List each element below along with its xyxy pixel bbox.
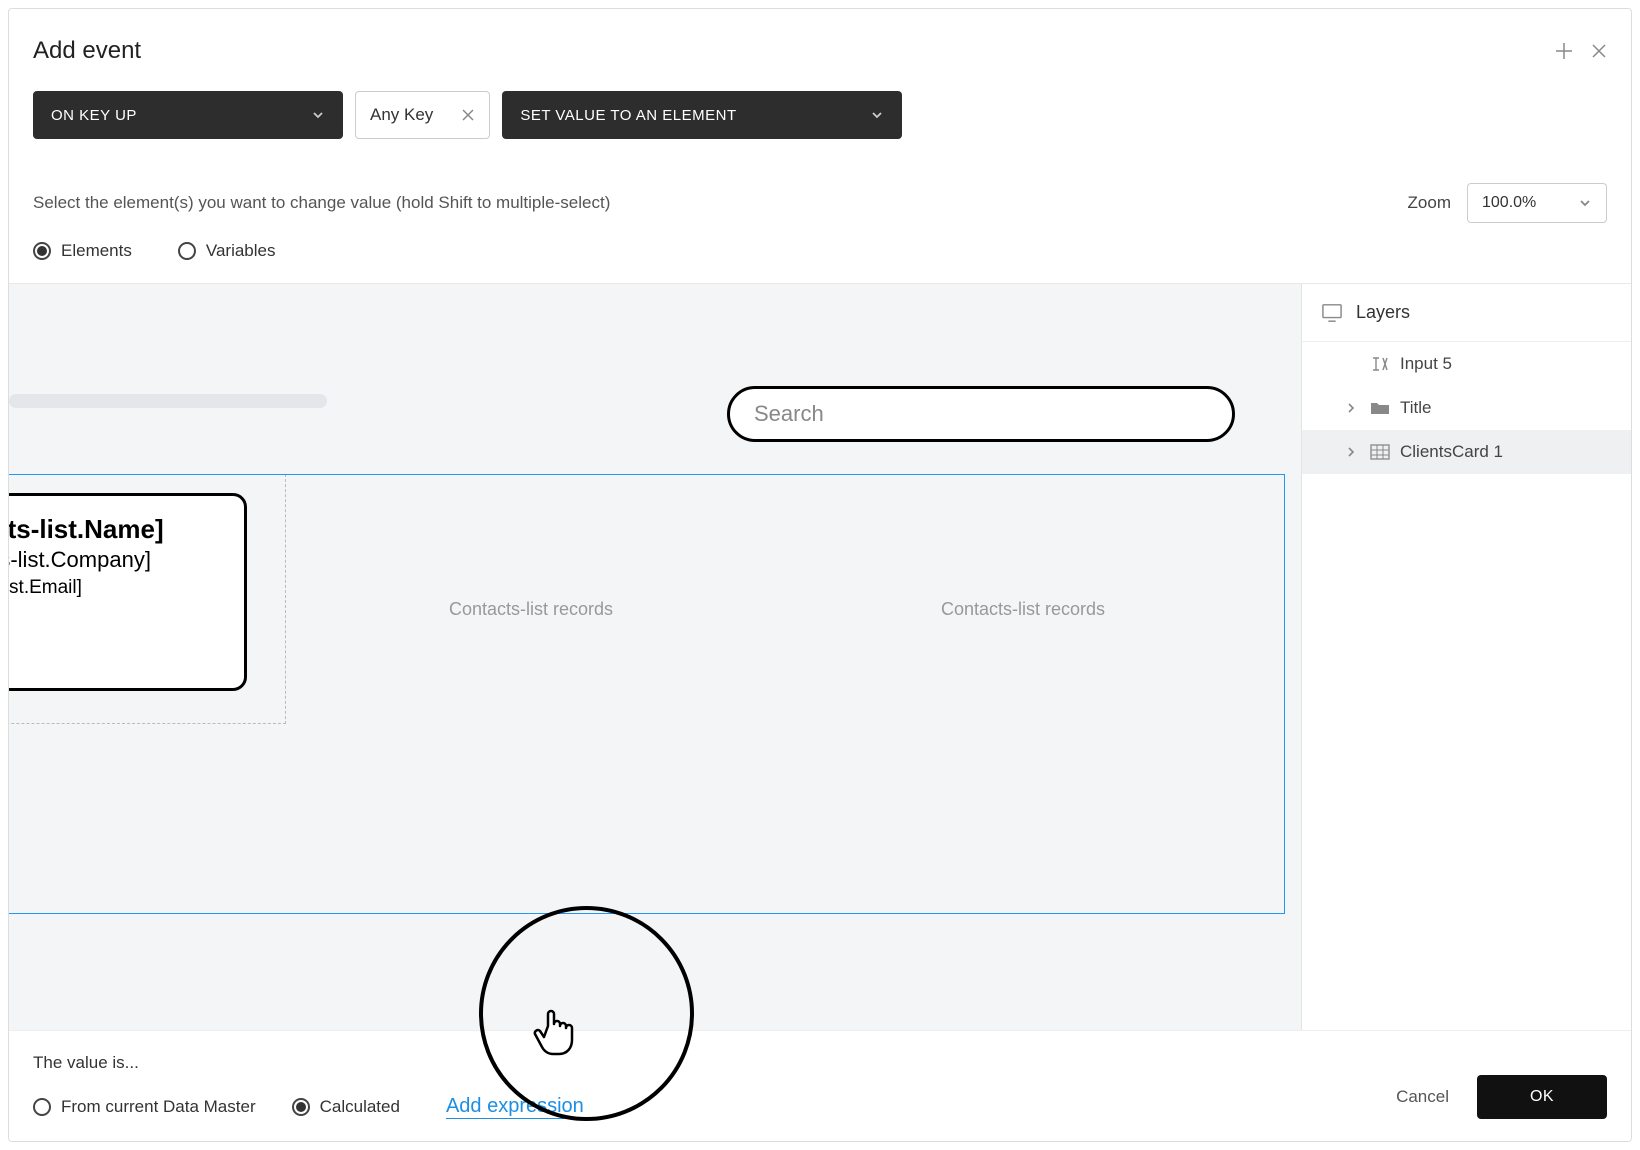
radio-calculated-label: Calculated: [320, 1097, 400, 1117]
layer-item-input5[interactable]: Input 5: [1302, 342, 1631, 386]
add-expression-link[interactable]: Add expression: [446, 1095, 584, 1119]
chevron-right-icon[interactable]: [1346, 446, 1360, 458]
record-placeholder: Contacts-list records: [449, 599, 613, 620]
subheader-row: Select the element(s) you want to change…: [9, 183, 1631, 241]
add-event-panel: Add event ON KEY UP Any Key: [8, 8, 1632, 1142]
header: Add event ON KEY UP Any Key: [9, 9, 1631, 183]
monitor-icon: [1322, 303, 1342, 323]
layer-label: Title: [1400, 398, 1432, 418]
radio-elements[interactable]: Elements: [33, 241, 132, 261]
layer-label: Input 5: [1400, 354, 1452, 374]
scrollbar-stub[interactable]: [9, 394, 327, 408]
value-radios: From current Data Master Calculated Add …: [33, 1095, 1607, 1119]
canvas-area: Search tacts-list.Name] acts-list.Compan…: [9, 283, 1631, 1030]
grid-icon: [1370, 444, 1390, 460]
card-container: tacts-list.Name] acts-list.Company] cts-…: [9, 474, 286, 724]
selectors-row: ON KEY UP Any Key SET VALUE TO AN ELEMEN…: [33, 91, 1607, 139]
key-chip[interactable]: Any Key: [355, 91, 490, 139]
close-icon[interactable]: [1591, 43, 1607, 59]
radio-variables-label: Variables: [206, 241, 276, 261]
contact-card[interactable]: tacts-list.Name] acts-list.Company] cts-…: [9, 493, 247, 691]
radio-icon: [178, 242, 196, 260]
action-label: SET VALUE TO AN ELEMENT: [520, 107, 736, 124]
instruction-text: Select the element(s) you want to change…: [33, 193, 610, 213]
radio-icon: [33, 1098, 51, 1116]
footer-buttons: Cancel OK: [1396, 1075, 1607, 1119]
layer-item-clientscard[interactable]: ClientsCard 1: [1302, 430, 1631, 474]
clear-key-icon[interactable]: [461, 108, 475, 122]
search-input[interactable]: Search: [727, 386, 1235, 442]
cancel-button[interactable]: Cancel: [1396, 1087, 1449, 1107]
layer-label: ClientsCard 1: [1400, 442, 1503, 462]
search-placeholder: Search: [754, 401, 824, 427]
radio-calculated[interactable]: Calculated: [292, 1097, 400, 1117]
layers-header: Layers: [1302, 284, 1631, 342]
radio-from-dm-label: From current Data Master: [61, 1097, 256, 1117]
add-icon[interactable]: [1555, 42, 1573, 60]
card-name: tacts-list.Name]: [9, 514, 234, 545]
radio-variables[interactable]: Variables: [178, 241, 276, 261]
layers-title: Layers: [1356, 302, 1410, 323]
chevron-down-icon: [311, 108, 325, 122]
card-company: acts-list.Company]: [9, 547, 234, 573]
text-input-icon: [1370, 356, 1390, 372]
ok-label: OK: [1530, 1088, 1554, 1106]
radio-icon: [33, 242, 51, 260]
chevron-right-icon[interactable]: [1346, 402, 1360, 414]
radio-icon: [292, 1098, 310, 1116]
radio-from-data-master[interactable]: From current Data Master: [33, 1097, 256, 1117]
ok-button[interactable]: OK: [1477, 1075, 1607, 1119]
trigger-label: ON KEY UP: [51, 107, 137, 124]
trigger-select[interactable]: ON KEY UP: [33, 91, 343, 139]
zoom-control: Zoom 100.0%: [1408, 183, 1607, 223]
target-radio-row: Elements Variables: [9, 241, 1631, 283]
record-placeholder: Contacts-list records: [941, 599, 1105, 620]
canvas-main[interactable]: Search tacts-list.Name] acts-list.Compan…: [9, 284, 1301, 1030]
chevron-down-icon: [870, 108, 884, 122]
page-title: Add event: [33, 37, 141, 65]
footer: The value is... From current Data Master…: [9, 1030, 1631, 1141]
title-row: Add event: [33, 37, 1607, 65]
zoom-label: Zoom: [1408, 193, 1451, 213]
layer-item-title[interactable]: Title: [1302, 386, 1631, 430]
value-label: The value is...: [33, 1053, 1607, 1073]
zoom-value: 100.0%: [1482, 194, 1536, 212]
title-icons: [1555, 42, 1607, 60]
zoom-select[interactable]: 100.0%: [1467, 183, 1607, 223]
card-email: cts-list.Email]: [9, 577, 234, 599]
layers-panel: Layers Input 5 Title: [1301, 284, 1631, 1030]
key-label: Any Key: [370, 105, 433, 125]
radio-elements-label: Elements: [61, 241, 132, 261]
chevron-down-icon: [1578, 196, 1592, 210]
action-select[interactable]: SET VALUE TO AN ELEMENT: [502, 91, 902, 139]
folder-icon: [1370, 400, 1390, 416]
